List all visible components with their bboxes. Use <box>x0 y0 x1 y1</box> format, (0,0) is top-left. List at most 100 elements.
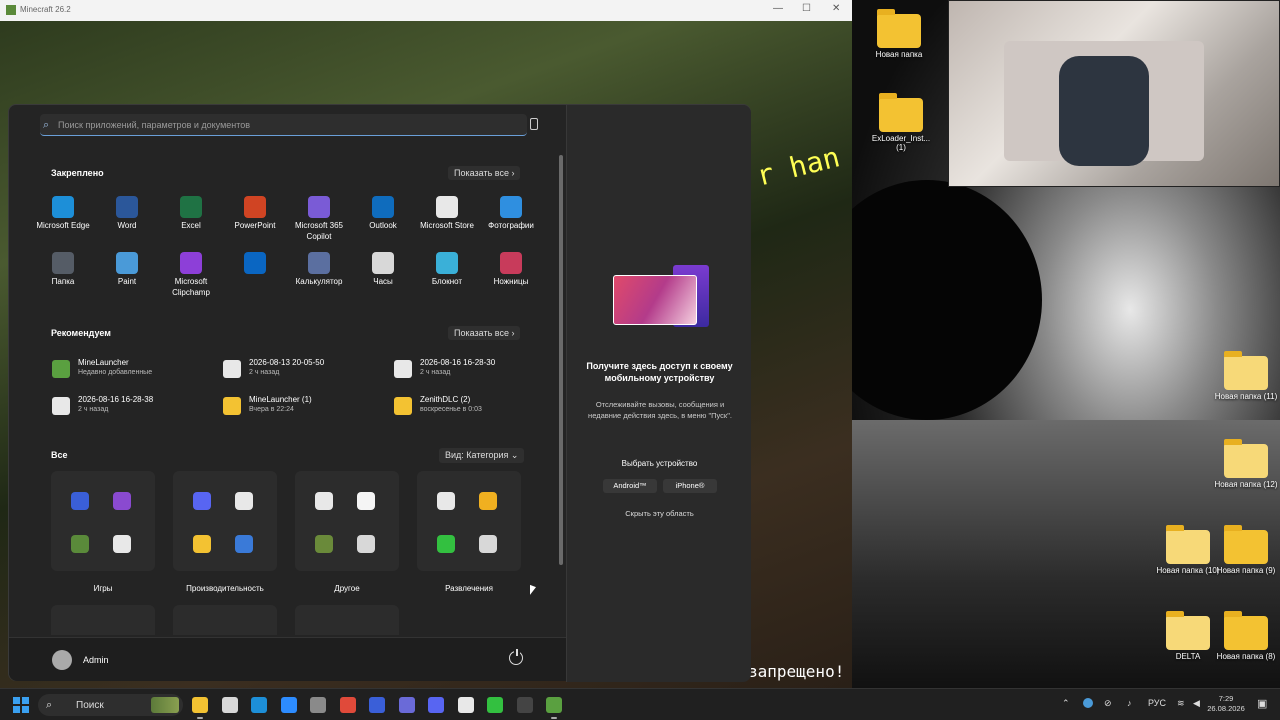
cloud-icon[interactable] <box>1083 698 1093 708</box>
pinned-app[interactable]: Часы <box>351 252 415 287</box>
app-icon <box>357 535 375 553</box>
language-indicator[interactable]: РУС <box>1148 698 1166 708</box>
pinned-app[interactable]: Microsoft Store <box>415 196 479 231</box>
wifi-icon[interactable]: ≋ <box>1177 698 1185 709</box>
recommended-item[interactable]: 2026-08-16 16-28-30 2 ч назад <box>394 357 559 383</box>
recommended-item[interactable]: MineLauncher (1) Вчера в 22:24 <box>223 394 388 420</box>
android-button[interactable]: Android™ <box>603 479 657 493</box>
category-folder[interactable] <box>173 605 277 635</box>
clock-icon <box>372 252 394 274</box>
pinned-app[interactable]: Ножницы <box>479 252 543 287</box>
phone-link-description: Отслеживайте вызовы, сообщения и недавни… <box>588 400 732 420</box>
desktop-folder[interactable]: Новая папка (10) <box>1155 525 1221 575</box>
pinned-app[interactable]: Блокнот <box>415 252 479 287</box>
pinned-app[interactable]: Фотографии <box>479 196 543 231</box>
view-category-button[interactable]: Вид: Категория ⌄ <box>439 448 525 463</box>
all-title: Все <box>51 450 68 460</box>
yandex-icon[interactable] <box>457 697 474 713</box>
hide-area-link[interactable]: Скрыть эту область <box>577 509 742 518</box>
maximize-icon[interactable]: ☐ <box>802 3 811 14</box>
pinned-app-label: Outlook <box>369 221 397 230</box>
windows-start-icon[interactable] <box>13 697 29 713</box>
close-icon[interactable]: ✕ <box>832 3 840 14</box>
zoom-icon[interactable] <box>280 697 297 713</box>
pinned-app-label: Фотографии <box>488 221 534 230</box>
pinned-app-label: Блокнот <box>431 277 463 286</box>
folder-icon <box>52 252 74 274</box>
category-folder[interactable] <box>51 605 155 635</box>
search-input[interactable] <box>58 116 518 134</box>
chevron-up-icon[interactable]: ⌃ <box>1062 698 1070 709</box>
microphone-icon[interactable]: ♪ <box>1127 698 1132 708</box>
minelauncher-icon <box>52 360 70 378</box>
minimize-icon[interactable]: — <box>773 3 783 14</box>
app-icon <box>479 535 497 553</box>
gamepad-icon[interactable] <box>398 697 415 713</box>
desktop-folder[interactable]: Новая папка (8) <box>1213 611 1279 661</box>
search-highlight-image <box>151 697 179 713</box>
start-search[interactable]: ⌕ <box>40 114 527 136</box>
category-folder[interactable] <box>173 471 277 571</box>
pinned-app[interactable]: Outlook <box>351 196 415 231</box>
file-explorer-icon[interactable] <box>192 697 208 719</box>
folder-icon <box>877 9 921 48</box>
pinned-app[interactable]: Microsoft 365 Copilot <box>287 196 351 242</box>
discord-icon[interactable] <box>428 697 444 713</box>
avatar[interactable] <box>52 650 72 670</box>
folder-icon <box>394 397 412 415</box>
scrollbar[interactable] <box>559 155 563 565</box>
category-folder[interactable] <box>295 605 399 635</box>
recommended-item-name: 2026-08-13 20-05-50 <box>249 358 325 367</box>
minecraft-icon[interactable] <box>546 697 562 719</box>
window-titlebar[interactable]: Minecraft 26.2 — ☐ ✕ <box>0 0 852 21</box>
chrome-icon[interactable] <box>339 697 356 713</box>
folder-icon <box>1166 525 1210 564</box>
clock[interactable]: 7:29 26.08.2026 <box>1206 694 1246 714</box>
pinned-app[interactable]: Excel <box>159 196 223 231</box>
user-name[interactable]: Admin <box>83 655 109 665</box>
desktop-folder[interactable]: Новая папка (9) <box>1213 525 1279 575</box>
phone-icon[interactable] <box>530 118 538 130</box>
pinned-app[interactable]: Word <box>95 196 159 231</box>
power-icon[interactable] <box>509 649 523 665</box>
desktop-folder[interactable]: Новая папка <box>866 9 932 59</box>
pinned-app[interactable]: PowerPoint <box>223 196 287 231</box>
category-folder[interactable] <box>295 471 399 571</box>
edge-icon[interactable] <box>251 697 267 713</box>
desktop-folder[interactable]: Новая папка (11) <box>1213 351 1279 401</box>
category-label: Игры <box>93 584 113 593</box>
pinned-app[interactable]: Калькулятор <box>287 252 351 287</box>
store-icon[interactable] <box>221 697 238 713</box>
pinned-app[interactable]: Папка <box>31 252 95 287</box>
settings-icon[interactable] <box>310 697 326 713</box>
category-folder[interactable] <box>51 471 155 571</box>
desktop-folder[interactable]: Новая папка (12) <box>1213 439 1279 489</box>
recommended-item[interactable]: 2026-08-16 16-28-38 2 ч назад <box>52 394 217 420</box>
notification-icon[interactable]: ▣ <box>1257 697 1267 710</box>
phone-link-illustration <box>613 265 709 331</box>
recommended-item[interactable]: MineLauncher Недавно добавленные <box>52 357 217 383</box>
pinned-app[interactable] <box>223 252 287 276</box>
obs-icon[interactable] <box>516 697 533 713</box>
category-folder[interactable] <box>417 471 521 571</box>
pinned-show-all-button[interactable]: Показать все › <box>448 166 521 180</box>
volume-icon[interactable]: ◀ <box>1193 698 1200 709</box>
desktop-folder[interactable]: DELTA <box>1155 611 1221 661</box>
desktop-folder[interactable]: ExLoader_Inst... (1) <box>866 93 936 152</box>
pinned-app[interactable]: Microsoft Edge <box>31 196 95 231</box>
taskbar-search[interactable]: ⌕ Поиск <box>38 694 183 716</box>
wallpaper-planet <box>852 180 1042 420</box>
network-off-icon[interactable]: ⊘ <box>1104 698 1112 709</box>
iphone-button[interactable]: iPhone® <box>663 479 717 493</box>
pinned-app[interactable]: Microsoft Clipchamp <box>159 252 223 298</box>
app-icon[interactable] <box>369 697 385 713</box>
recommended-show-all-button[interactable]: Показать все › <box>448 326 521 340</box>
folder-icon <box>879 93 923 132</box>
recommended-item[interactable]: 2026-08-13 20-05-50 2 ч назад <box>223 357 388 383</box>
xbox-icon[interactable] <box>487 697 503 713</box>
app-icon <box>235 535 253 553</box>
pinned-app-label: Папка <box>51 277 75 286</box>
recommended-item[interactable]: ZenithDLC (2) воскресенье в 0:03 <box>394 394 559 420</box>
recommended-item-time: Вчера в 22:24 <box>249 406 294 413</box>
pinned-app[interactable]: Paint <box>95 252 159 287</box>
